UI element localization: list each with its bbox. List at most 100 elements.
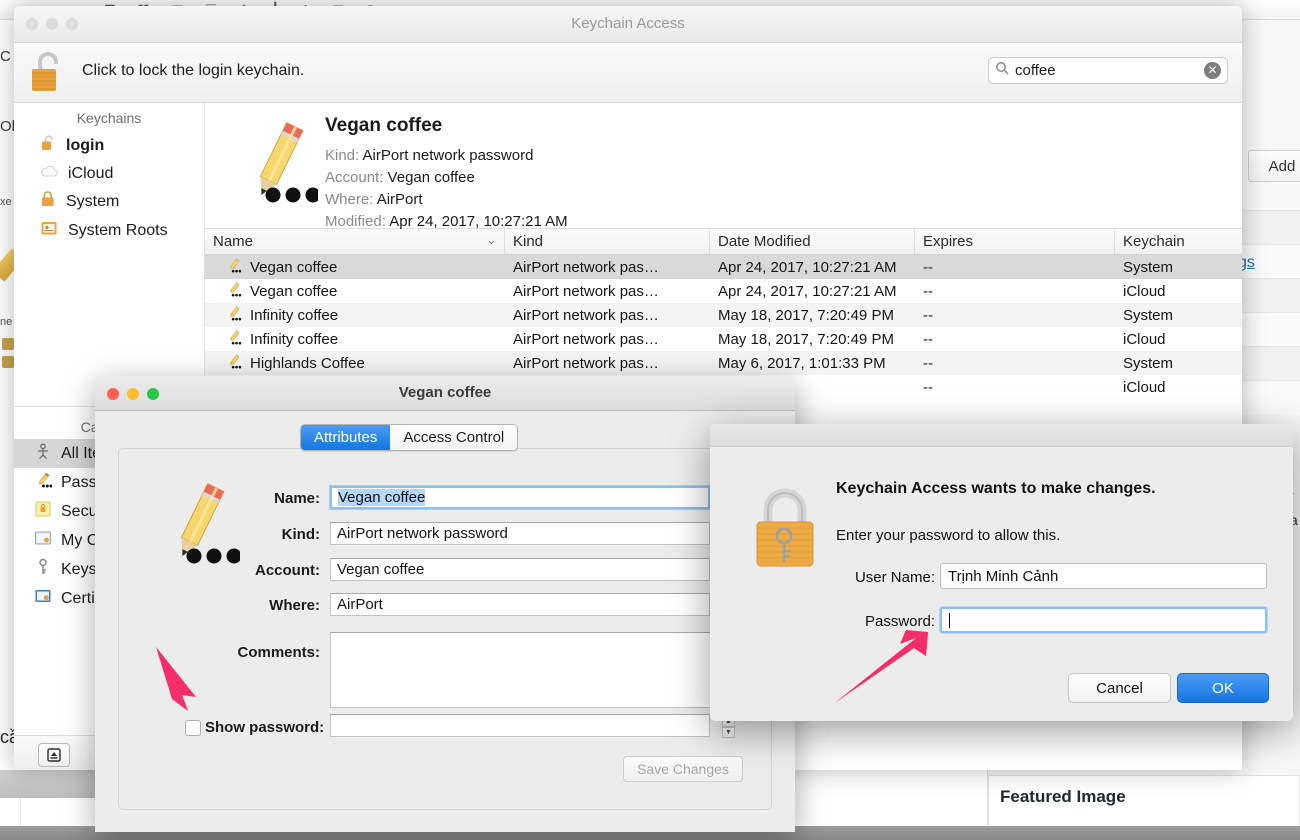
detail-account-row: Account: Vegan coffee <box>325 169 475 186</box>
column-header-name[interactable]: Name ⌄ <box>205 229 505 254</box>
row-kind: AirPort network pas… <box>505 283 710 300</box>
account-field[interactable]: Vegan coffee <box>330 558 710 581</box>
password-display-field[interactable] <box>330 714 710 737</box>
add-button[interactable]: Add <box>1248 150 1300 182</box>
unlocked-padlock-icon[interactable] <box>28 48 68 101</box>
table-row[interactable]: Infinity coffee AirPort network pas… May… <box>205 303 1242 327</box>
account-field-value: Vegan coffee <box>337 561 424 578</box>
window-title: Keychain Access <box>14 15 1242 32</box>
column-header-keychain[interactable]: Keychain <box>1115 229 1242 254</box>
row-expires: -- <box>915 307 1115 324</box>
locked-keychain-icon <box>40 190 57 213</box>
pencil-password-icon <box>225 353 242 374</box>
pencil-password-icon <box>34 471 52 494</box>
row-date: May 6, 2017, 1:01:33 PM <box>710 355 915 372</box>
detail-where-row: Where: AirPort <box>325 191 423 208</box>
username-label: User Name: <box>820 569 935 586</box>
table-row[interactable]: Infinity coffee AirPort network pas… May… <box>205 327 1242 351</box>
show-info-icon[interactable] <box>38 743 70 767</box>
row-expires: -- <box>915 283 1115 300</box>
kind-label: Kind: <box>180 526 320 543</box>
search-icon <box>995 61 1009 80</box>
item-detail-panel: Vegan coffee Kind: AirPort network passw… <box>205 103 1242 229</box>
detail-modified-row: Modified: Apr 24, 2017, 10:27:21 AM <box>325 213 568 230</box>
sidebar-item-label: System <box>66 193 119 211</box>
row-expires: -- <box>915 379 1115 396</box>
cancel-button[interactable]: Cancel <box>1068 673 1171 703</box>
row-name: Vegan coffee <box>250 283 337 300</box>
row-name: Highlands Coffee <box>250 355 365 372</box>
name-field-value: Vegan coffee <box>338 489 425 506</box>
tab-attributes[interactable]: Attributes <box>301 425 390 450</box>
bg-left-fragment-3: xe <box>0 196 12 208</box>
detail-account-value: Vegan coffee <box>388 169 475 186</box>
detail-title: Vegan coffee <box>325 115 442 137</box>
text-caret <box>949 613 950 628</box>
certificate-folder-icon <box>40 219 59 242</box>
pencil-password-icon <box>240 117 318 218</box>
item-dialog-titlebar[interactable]: Vegan coffee <box>95 376 795 411</box>
item-dialog-title: Vegan coffee <box>95 384 795 401</box>
sidebar-item-icloud[interactable]: iCloud <box>14 160 204 187</box>
bg-left-fragment-2: Ol <box>0 118 15 135</box>
name-field[interactable]: Vegan coffee <box>330 486 710 509</box>
ok-button[interactable]: OK <box>1177 673 1269 703</box>
key-icon <box>34 558 52 581</box>
row-kind: AirPort network pas… <box>505 307 710 324</box>
cloud-icon <box>40 163 59 184</box>
detail-kind-row: Kind: AirPort network password <box>325 147 533 164</box>
username-field[interactable]: Trịnh Minh Cảnh <box>940 563 1267 589</box>
row-name: Infinity coffee <box>250 307 338 324</box>
my-certificate-icon <box>34 529 52 552</box>
bg-pencil-fragment-2 <box>2 338 14 350</box>
pencil-password-icon <box>225 329 242 350</box>
unlocked-keychain-icon <box>40 134 57 157</box>
screenshot-root: Add gs a a Featured Image 1p+ C Ol xe ne… <box>0 0 1300 840</box>
row-date: May 18, 2017, 7:20:49 PM <box>710 331 915 348</box>
save-changes-button[interactable]: Save Changes <box>623 756 743 782</box>
detail-modified-value: Apr 24, 2017, 10:27:21 AM <box>389 213 567 230</box>
keychain-titlebar[interactable]: Keychain Access <box>14 6 1242 43</box>
table-row[interactable]: Vegan coffee AirPort network pas… Apr 24… <box>205 279 1242 303</box>
show-password-label: Show password: <box>205 719 325 736</box>
detail-where-label: Where: <box>325 191 373 208</box>
all-items-icon <box>34 442 52 465</box>
auth-subtext: Enter your password to allow this. <box>836 527 1060 544</box>
password-field[interactable] <box>940 607 1267 633</box>
kind-field-value: AirPort network password <box>337 525 508 542</box>
column-header-expires[interactable]: Expires <box>915 229 1115 254</box>
column-header-date-modified[interactable]: Date Modified <box>710 229 915 254</box>
row-kind: AirPort network pas… <box>505 331 710 348</box>
row-keychain: System <box>1115 307 1242 324</box>
stepper-down-icon[interactable]: ▼ <box>722 727 735 738</box>
certificate-icon <box>34 587 52 610</box>
item-dialog-tabs[interactable]: Attributes Access Control <box>300 424 518 451</box>
search-input-value[interactable]: coffee <box>1015 62 1204 79</box>
auth-dialog: Keychain Access wants to make changes. E… <box>710 424 1293 721</box>
search-field[interactable]: coffee ✕ <box>988 57 1228 84</box>
bg-left-fragment-1: C <box>0 48 11 65</box>
show-password-checkbox[interactable] <box>185 720 201 736</box>
tab-access-control[interactable]: Access Control <box>390 425 517 450</box>
row-kind: AirPort network pas… <box>505 259 710 276</box>
table-row[interactable]: Highlands Coffee AirPort network pas… Ma… <box>205 351 1242 375</box>
where-field-value: AirPort <box>337 596 383 613</box>
comments-textarea[interactable] <box>330 632 712 708</box>
where-label: Where: <box>180 597 320 614</box>
sidebar-item-system-roots[interactable]: System Roots <box>14 216 204 245</box>
detail-kind-value: AirPort network password <box>363 147 534 164</box>
auth-heading: Keychain Access wants to make changes. <box>836 480 1156 498</box>
table-row[interactable]: Vegan coffee AirPort network pas… Apr 24… <box>205 255 1242 279</box>
lock-keychain-message: Click to lock the login keychain. <box>82 62 304 80</box>
clear-x-icon[interactable]: ✕ <box>1204 62 1221 79</box>
secure-note-icon <box>34 500 52 523</box>
row-date: May 18, 2017, 7:20:49 PM <box>710 307 915 324</box>
username-value: Trịnh Minh Cảnh <box>948 568 1058 585</box>
comments-label: Comments: <box>160 644 320 661</box>
sidebar-item-system[interactable]: System <box>14 187 204 216</box>
where-field[interactable]: AirPort <box>330 593 710 616</box>
column-header-label: Name <box>213 233 253 250</box>
detail-kind-label: Kind: <box>325 147 359 164</box>
column-header-kind[interactable]: Kind <box>505 229 710 254</box>
sidebar-item-login[interactable]: login <box>14 131 204 160</box>
